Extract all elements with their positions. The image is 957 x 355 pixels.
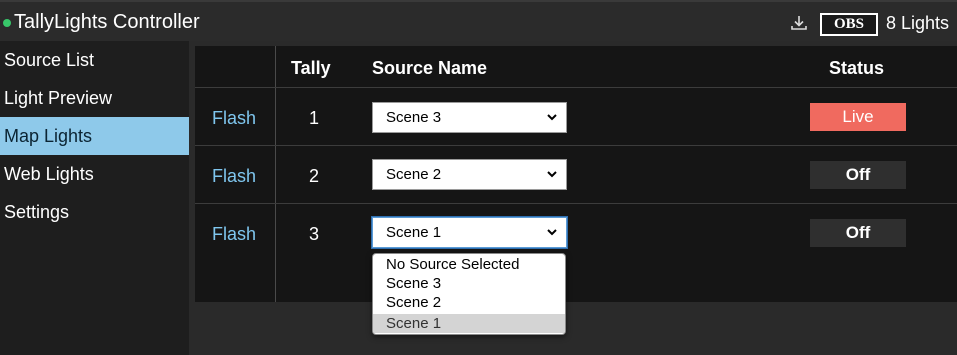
sidebar-item-light-preview[interactable]: Light Preview	[0, 79, 189, 117]
row-divider	[195, 203, 957, 204]
source-select-value: Scene 2	[386, 166, 442, 183]
header-source-name: Source Name	[372, 58, 488, 78]
header-tally: Tally	[291, 58, 331, 78]
row-divider	[195, 145, 957, 146]
connection-status-dot	[3, 19, 11, 27]
dropdown-option[interactable]: Scene 1	[373, 314, 565, 333]
dropdown-option[interactable]: Scene 3	[373, 274, 565, 293]
chevron-down-icon	[547, 114, 557, 121]
flash-button[interactable]: Flash	[212, 166, 256, 187]
source-dropdown-list: No Source Selected Scene 3 Scene 2 Scene…	[372, 253, 566, 335]
header-divider	[195, 87, 957, 88]
status-badge: Live	[810, 103, 906, 131]
light-map-table: Tally Source Name Status Flash 1 Scene 3…	[195, 46, 957, 302]
sidebar-item-web-lights[interactable]: Web Lights	[0, 155, 189, 193]
sidebar-item-settings[interactable]: Settings	[0, 193, 189, 231]
app-title: TallyLights Controller	[14, 11, 200, 33]
chevron-down-icon	[547, 171, 557, 178]
header-status: Status	[829, 58, 885, 78]
tally-number: 1	[309, 108, 320, 128]
chevron-down-icon	[547, 229, 557, 236]
download-icon[interactable]	[790, 14, 808, 32]
source-select-value: Scene 1	[386, 224, 442, 241]
main-panel: Tally Source Name Status Flash 1 Scene 3…	[189, 41, 957, 355]
obs-badge[interactable]: OBS	[820, 13, 878, 36]
tally-number: 3	[309, 224, 320, 244]
status-badge: Off	[810, 219, 906, 247]
source-select[interactable]: Scene 2	[372, 159, 567, 190]
sidebar: Source List Light Preview Map Lights Web…	[0, 41, 189, 355]
title-bar: TallyLights Controller OBS 8 Lights	[0, 0, 957, 41]
source-select[interactable]: Scene 1	[371, 216, 568, 249]
source-select-value: Scene 3	[386, 109, 442, 126]
flash-button[interactable]: Flash	[212, 224, 256, 245]
tally-number: 2	[309, 166, 320, 186]
source-select[interactable]: Scene 3	[372, 102, 567, 133]
dropdown-option[interactable]: No Source Selected	[373, 255, 565, 274]
sidebar-item-map-lights[interactable]: Map Lights	[0, 117, 189, 155]
sidebar-item-source-list[interactable]: Source List	[0, 41, 189, 79]
column-divider	[275, 46, 276, 302]
status-badge: Off	[810, 161, 906, 189]
dropdown-option[interactable]: Scene 2	[373, 293, 565, 312]
flash-button[interactable]: Flash	[212, 108, 256, 129]
lights-count: 8 Lights	[886, 13, 950, 33]
